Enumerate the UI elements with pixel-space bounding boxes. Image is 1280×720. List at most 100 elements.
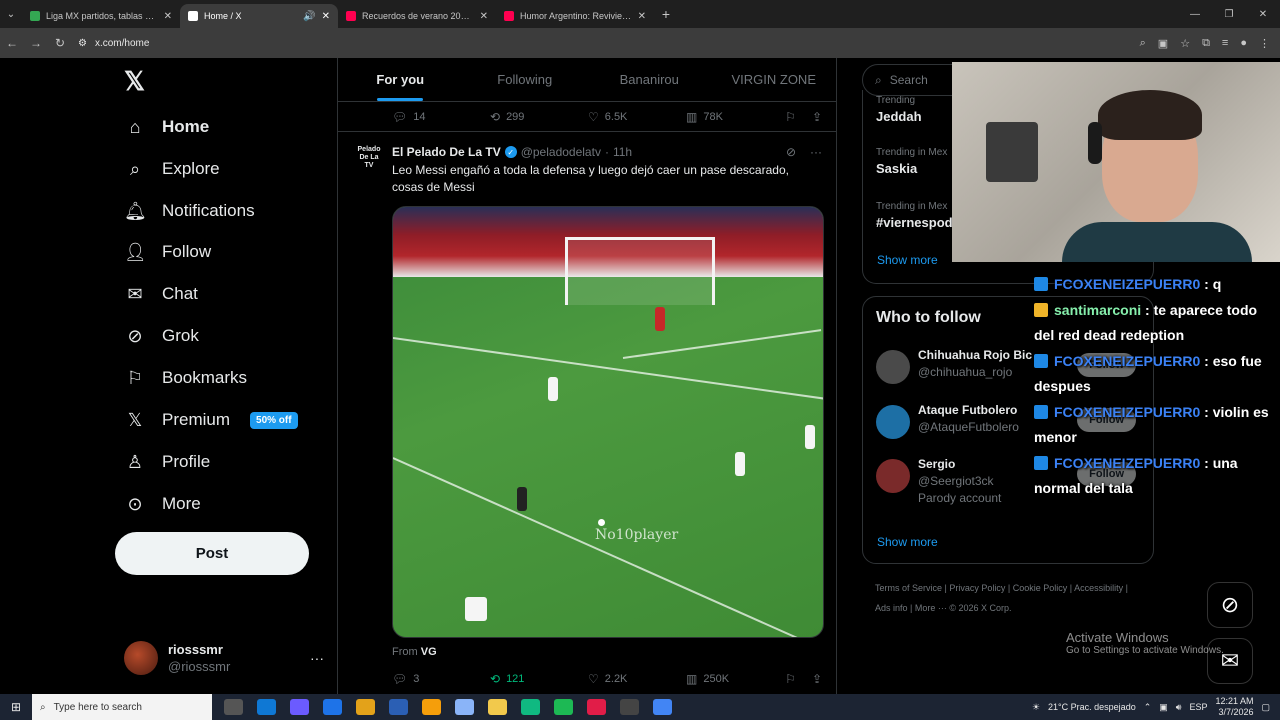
tweet-handle[interactable]: @peladodelatv [521, 145, 601, 159]
grok-icon[interactable]: ⊘ [786, 145, 796, 159]
tab-following[interactable]: Following [463, 58, 588, 101]
outlook-icon[interactable] [323, 699, 342, 715]
weather-text[interactable]: 21°C Prac. despejado [1048, 702, 1136, 712]
repost-button[interactable]: ⟲ 299 [490, 110, 588, 124]
tweet[interactable]: Pelado De La TV El Pelado De La TV ✓ @pe… [338, 132, 836, 664]
grok-fab-button[interactable]: ⊘ [1207, 582, 1253, 628]
back-arrow-icon[interactable]: ← [0, 36, 24, 50]
url-field[interactable]: ⚙ x.com/home [78, 32, 1140, 54]
sidebar-item-profile[interactable]: ♙ Profile [124, 442, 210, 482]
tweet-time[interactable]: 11h [613, 145, 632, 159]
account-switcher[interactable]: riosssmr @riosssmr ··· [124, 640, 324, 676]
bookmark-icon[interactable]: ⚐ [785, 110, 796, 124]
file-explorer-icon[interactable] [488, 699, 507, 715]
repost-button[interactable]: ⟲ 121 [490, 672, 588, 686]
trend-item[interactable]: Trending in Mex Saskia [876, 146, 947, 178]
sidebar-item-bookmarks[interactable]: ⚐ Bookmarks [124, 358, 247, 398]
task-view-icon[interactable] [224, 699, 243, 715]
vscode-icon[interactable] [389, 699, 408, 715]
tab-close-icon[interactable]: ✕ [322, 11, 330, 22]
from-source: From VG [392, 646, 822, 664]
tab-close-icon[interactable]: ✕ [638, 11, 646, 22]
sidebar-item-grok[interactable]: ⊘ Grok [124, 316, 198, 356]
tab-close-icon[interactable]: ✕ [164, 11, 172, 22]
zoom-icon[interactable]: ⌕ [1140, 37, 1146, 50]
trend-context: Trending in Mex [876, 147, 948, 158]
menu-dots-icon[interactable]: ⋮ [1259, 37, 1270, 50]
browser-tab[interactable]: Recuerdos de verano 2024 para ✕ [338, 4, 496, 28]
speaker-icon[interactable]: 🔊 [303, 11, 315, 22]
obs-icon[interactable] [620, 699, 639, 715]
from-source-link[interactable]: VG [421, 646, 437, 658]
tab-virgin-zone[interactable]: VIRGIN ZONE [712, 58, 837, 101]
more-dots-icon[interactable]: ··· [810, 145, 822, 159]
tray-chevron-icon[interactable]: ⌃ [1144, 702, 1152, 713]
chrome-icon[interactable] [653, 699, 672, 715]
new-tab-button[interactable]: + [654, 6, 678, 22]
firefox-icon[interactable] [422, 699, 441, 715]
like-button[interactable]: ♡ 6.5K [588, 110, 686, 124]
forward-arrow-icon[interactable]: → [24, 36, 48, 50]
tab-for-you[interactable]: For you [338, 58, 463, 101]
weather-icon[interactable]: ☀ [1032, 702, 1040, 713]
bookmark-icon[interactable]: ⚐ [785, 672, 796, 686]
sidebar-item-chat[interactable]: ✉ Chat [124, 274, 197, 314]
network-icon[interactable]: ▣ [1159, 702, 1168, 713]
profile-avatar-icon[interactable]: ● [1240, 37, 1247, 50]
sidebar-item-premium[interactable]: 𝕏 Premium 50% off [124, 400, 298, 440]
windows-start-icon[interactable]: ⊞ [0, 700, 32, 714]
app-icon[interactable] [455, 699, 474, 715]
trend-item[interactable]: Trending in Mex #viernespod [876, 200, 953, 232]
more-dots-icon[interactable]: ··· [310, 650, 324, 666]
tab-search-chevron-icon[interactable]: ⌄ [0, 0, 22, 28]
spotify-icon[interactable] [554, 699, 573, 715]
sidebar-item-follow[interactable]: 👤︎ Follow [124, 232, 211, 272]
views-button[interactable]: ▥ 250K [686, 672, 784, 686]
star-icon[interactable]: ☆ [1180, 37, 1190, 50]
sidebar-item-notifications[interactable]: 🔔︎ Notifications [124, 191, 255, 231]
close-window-icon[interactable]: ✕ [1246, 9, 1280, 20]
views-button[interactable]: ▥ 78K [686, 110, 784, 124]
account-name: riosssmr [168, 642, 223, 657]
media-icon[interactable]: ≡ [1222, 37, 1228, 50]
site-info-icon[interactable]: ⚙ [78, 38, 87, 49]
x-logo-icon[interactable]: 𝕏 [124, 66, 145, 97]
post-button[interactable]: Post [115, 532, 309, 575]
edge-icon[interactable] [257, 699, 276, 715]
opera-icon[interactable] [587, 699, 606, 715]
taskbar-clock[interactable]: 12:21 AM 3/7/2026 [1215, 696, 1253, 718]
browser-tab[interactable]: Humor Argentino: Reviviendo l ✕ [496, 4, 654, 28]
sidebar-item-home[interactable]: ⌂ Home [124, 107, 210, 147]
extensions-icon[interactable]: ⧉ [1202, 37, 1210, 50]
volume-icon[interactable]: 🔊︎ [1176, 702, 1182, 713]
sidebar-item-explore[interactable]: ⌕ Explore [124, 149, 220, 189]
tweet-author[interactable]: El Pelado De La TV [392, 145, 501, 159]
store-icon[interactable] [356, 699, 375, 715]
stream-chat-overlay: FCOXENEIZEPUERR0 : q santimarconi : te a… [1034, 272, 1278, 502]
reply-button[interactable]: 💬︎ 14 [392, 110, 490, 124]
show-more-link[interactable]: Show more [877, 253, 938, 267]
copilot-icon[interactable] [290, 699, 309, 715]
reload-icon[interactable]: ↻ [48, 36, 72, 50]
reply-button[interactable]: 💬︎ 3 [392, 672, 490, 686]
like-button[interactable]: ♡ 2.2K [588, 672, 686, 686]
avatar[interactable]: Pelado De La TV [356, 146, 382, 176]
browser-tab-active[interactable]: Home / X 🔊 ✕ [180, 4, 338, 28]
share-icon[interactable]: ⇪ [812, 672, 822, 686]
share-icon[interactable]: ⇪ [812, 110, 822, 124]
tab-bananirou[interactable]: Bananirou [587, 58, 712, 101]
notification-icon[interactable]: ▢ [1261, 702, 1270, 713]
footer-links[interactable]: Terms of Service | Privacy Policy | Cook… [875, 578, 1145, 618]
language-indicator[interactable]: ESP [1189, 702, 1207, 712]
sidebar-item-more[interactable]: ⊙ More [124, 484, 200, 524]
restore-icon[interactable]: ❐ [1212, 9, 1246, 20]
minimize-icon[interactable]: — [1178, 9, 1212, 20]
cast-icon[interactable]: ▣ [1158, 37, 1168, 50]
browser-tab[interactable]: Liga MX partidos, tablas y notic ✕ [22, 4, 180, 28]
app-icon[interactable] [521, 699, 540, 715]
trend-item[interactable]: Trending Jeddah [876, 94, 922, 126]
taskbar-search-input[interactable]: ⌕ Type here to search [32, 694, 212, 720]
tab-close-icon[interactable]: ✕ [480, 11, 488, 22]
show-more-link[interactable]: Show more [877, 535, 938, 549]
tweet-video[interactable]: No10player [392, 206, 824, 638]
